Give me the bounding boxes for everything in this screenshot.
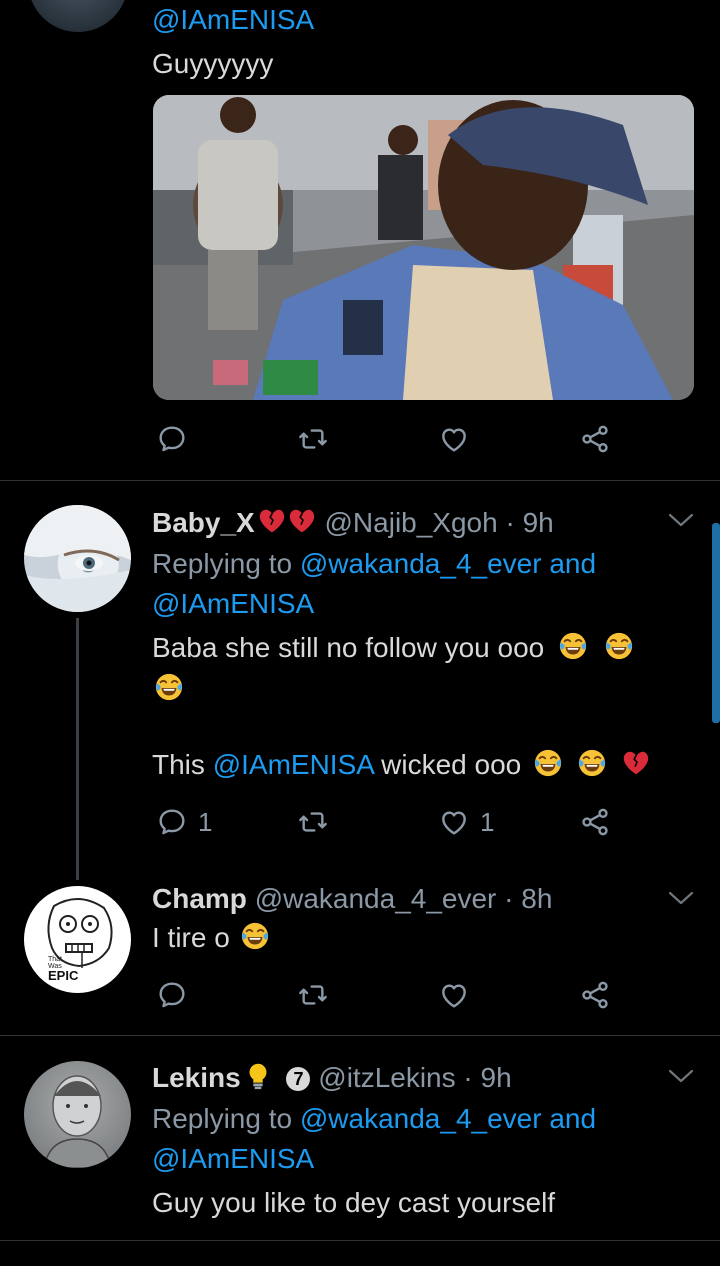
display-name[interactable]: Baby_X — [152, 507, 255, 538]
replying-users-2[interactable]: @IAmENISA — [152, 586, 314, 622]
replying-to: Replying to @wakanda_4_ever and — [152, 1101, 596, 1137]
reply3-text: Guy you like to dey cast yourself — [152, 1187, 556, 1218]
joy-emoji-icon — [604, 631, 634, 661]
reply1-header: Baby_X @Najib_Xgoh · 9h — [152, 505, 554, 541]
like-button[interactable] — [438, 979, 470, 1011]
like-icon — [438, 979, 470, 1011]
share-icon — [579, 806, 611, 838]
like-icon — [438, 423, 470, 455]
joy-emoji-icon — [558, 631, 588, 661]
chevron-down-icon[interactable] — [668, 1068, 694, 1084]
replying-users[interactable]: @wakanda_4_ever and — [300, 548, 596, 579]
replying-users-2[interactable]: @IAmENISA — [152, 1141, 314, 1177]
avatar-baby-x[interactable] — [24, 505, 131, 612]
replying-label: Replying to — [152, 1103, 293, 1134]
badge: 7 — [286, 1067, 311, 1091]
share-icon — [579, 979, 611, 1011]
retweet-button[interactable] — [297, 806, 329, 838]
divider — [0, 1035, 720, 1036]
thread-line — [76, 618, 79, 880]
reply-icon — [156, 806, 188, 838]
retweet-icon — [297, 979, 329, 1011]
joy-emoji-icon — [577, 748, 607, 778]
broken-heart-icon — [621, 748, 651, 778]
handle[interactable]: @itzLekins — [318, 1062, 455, 1093]
bulb-icon — [249, 1063, 267, 1090]
joy-emoji-icon — [154, 672, 184, 702]
like-icon — [438, 806, 470, 838]
reply-button[interactable]: 1 — [156, 806, 212, 838]
tweet-text: wicked ooo — [381, 749, 522, 780]
tweet-text: I tire o — [152, 922, 230, 953]
avatar-caption-big: EPIC — [48, 968, 79, 983]
replying-to: Replying to @wakanda_4_ever and — [152, 546, 596, 582]
handle[interactable]: @wakanda_4_ever — [255, 883, 497, 914]
replying-users[interactable]: @wakanda_4_ever and — [300, 1103, 596, 1134]
tweet-media-photo[interactable] — [153, 95, 694, 400]
handle[interactable]: @Najib_Xgoh — [325, 507, 498, 538]
broken-heart-icon — [257, 506, 287, 536]
like-button[interactable]: 1 — [438, 806, 494, 838]
divider — [0, 1240, 720, 1241]
reply1-text-1: Baba she still no follow you ooo — [152, 630, 634, 666]
retweet-icon — [297, 423, 329, 455]
chevron-down-icon[interactable] — [668, 890, 694, 906]
tweet-text: This — [152, 749, 205, 780]
share-icon — [579, 423, 611, 455]
display-name[interactable]: Lekins — [152, 1062, 241, 1093]
share-button[interactable] — [579, 423, 611, 455]
reply-button[interactable] — [156, 979, 188, 1011]
joy-emoji-icon — [240, 921, 270, 951]
chevron-down-icon[interactable] — [668, 512, 694, 528]
avatar-image — [24, 505, 131, 612]
reply3-header: Lekins 7 @itzLekins · 9h — [152, 1060, 512, 1096]
tweet-text: Baba she still no follow you ooo — [152, 632, 545, 663]
retweet-button[interactable] — [297, 979, 329, 1011]
timestamp: · 9h — [505, 507, 554, 538]
like-count: 1 — [480, 806, 495, 837]
retweet-icon — [297, 806, 329, 838]
top-tweet-text: Guyyyyyy — [152, 48, 274, 79]
share-button[interactable] — [579, 806, 611, 838]
avatar-champ[interactable]: That Was EPIC — [24, 886, 131, 993]
like-button[interactable] — [438, 423, 470, 455]
reply-button[interactable] — [156, 423, 188, 455]
timestamp: · 8h — [504, 883, 553, 914]
scrollbar[interactable] — [712, 523, 720, 723]
reply-icon — [156, 423, 188, 455]
reply1-text-2: This @IAmENISA wicked ooo — [152, 747, 651, 783]
display-name[interactable]: Champ — [152, 883, 247, 914]
photo-scene — [153, 95, 694, 400]
reply2-header: Champ @wakanda_4_ever · 8h — [152, 881, 552, 917]
joy-emoji-icon — [533, 748, 563, 778]
avatar-image — [43, 1075, 112, 1168]
reply2-text: I tire o — [152, 920, 270, 956]
reply-icon — [156, 979, 188, 1011]
replying-label: Replying to — [152, 548, 293, 579]
avatar-lekins[interactable] — [24, 1061, 131, 1168]
retweet-button[interactable] — [297, 423, 329, 455]
divider — [0, 480, 720, 481]
timestamp: · 9h — [463, 1062, 512, 1093]
mention-link[interactable]: @IAmENISA — [213, 749, 374, 780]
share-button[interactable] — [579, 979, 611, 1011]
broken-heart-icon — [287, 506, 317, 536]
avatar-top[interactable] — [28, 0, 128, 32]
reply-count: 1 — [198, 806, 213, 837]
top-tweet-handle-line[interactable]: @IAmENISA — [152, 2, 314, 38]
